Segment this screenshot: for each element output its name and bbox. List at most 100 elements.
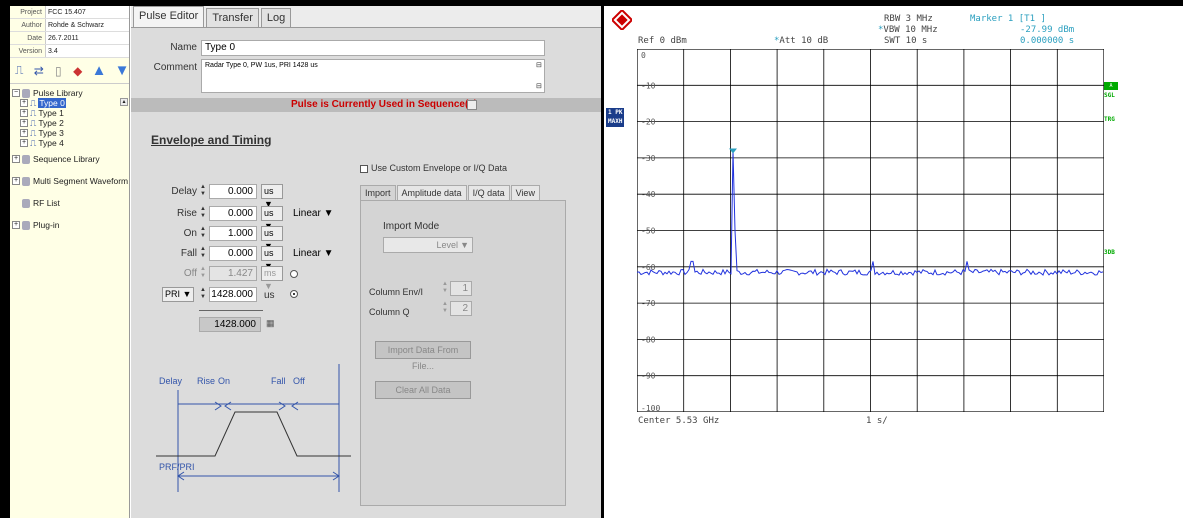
tab-log[interactable]: Log	[260, 8, 292, 27]
diagram-on-label: On	[218, 376, 230, 386]
unit-label: us	[264, 186, 274, 196]
expand-icon[interactable]: +	[12, 221, 20, 229]
tree-pulse-library[interactable]: − Pulse Library	[10, 88, 129, 98]
data-subtabs: Import Amplitude data I/Q data View	[360, 185, 540, 200]
scroll-up-icon[interactable]: ▴	[120, 98, 128, 106]
tree-multi-segment[interactable]: + Multi Segment Waveform	[10, 174, 129, 188]
pri-label: PRI	[165, 289, 181, 299]
import-mode-label: Import Mode	[383, 221, 440, 232]
column-q-label: Column Q	[369, 307, 410, 317]
expand-icon[interactable]: +	[20, 109, 28, 117]
shape-label: Linear	[293, 248, 321, 259]
move-down-icon[interactable]: ▼	[115, 62, 130, 79]
y-tick-label: -40	[641, 190, 656, 199]
tree-type-3[interactable]: + ⎍ Type 3	[10, 128, 129, 138]
tree-plug-in[interactable]: + Plug-in	[10, 218, 129, 232]
off-radio[interactable]	[290, 270, 298, 278]
version-field[interactable]: 3.4	[45, 45, 129, 57]
expand-icon[interactable]: +	[12, 177, 20, 185]
subtab-amplitude[interactable]: Amplitude data	[396, 185, 467, 200]
custom-envelope-label: Use Custom Envelope or I/Q Data	[371, 163, 508, 173]
database-icon	[22, 176, 30, 186]
y-tick-label: -90	[641, 372, 656, 381]
on-unit-select[interactable]: us ▼	[261, 226, 283, 251]
tree-type-2[interactable]: + ⎍ Type 2	[10, 118, 129, 128]
fall-spinner[interactable]: ▲ ▼	[199, 246, 207, 261]
subtab-view[interactable]: View	[510, 185, 540, 200]
move-up-icon[interactable]: ▲	[92, 62, 107, 79]
tree-sequence-library[interactable]: + Sequence Library	[10, 152, 129, 166]
rise-unit-select[interactable]: us ▼	[261, 206, 283, 231]
custom-envelope-checkbox[interactable]	[360, 165, 368, 173]
import-icon[interactable]: ⇄	[34, 64, 45, 78]
sidebar-scrollbar[interactable]: ▴	[120, 98, 128, 516]
pri-radio[interactable]	[290, 290, 298, 298]
sidebar-toolbar: ⎍ ⇄ ▯ ◆ ▲ ▼	[10, 58, 129, 84]
expand-icon[interactable]: +	[20, 119, 28, 127]
rise-input[interactable]: 0.000	[209, 206, 257, 221]
tab-transfer[interactable]: Transfer	[206, 8, 259, 27]
fall-unit-select[interactable]: us ▼	[261, 246, 283, 271]
project-field[interactable]: FCC 15.407	[45, 6, 129, 18]
tree-rf-list[interactable]: RF List	[10, 196, 129, 210]
clear-all-data-button: Clear All Data	[375, 381, 471, 399]
new-pulse-icon[interactable]: ⎍	[14, 63, 25, 78]
tree-label: Type 0	[38, 98, 66, 108]
eraser-icon[interactable]: ◆	[73, 64, 84, 78]
delay-unit-select[interactable]: us ▼	[261, 184, 283, 209]
meta-author: Author Rohde & Schwarz	[10, 19, 129, 32]
fall-shape-select[interactable]: Linear ▼	[291, 247, 337, 262]
tab-pulse-editor[interactable]: Pulse Editor	[133, 6, 205, 27]
delay-input[interactable]: 0.000	[209, 184, 257, 199]
sum-divider	[199, 310, 263, 311]
comment-scroll-down-icon[interactable]: ⊟	[536, 82, 542, 90]
delay-spinner[interactable]: ▲ ▼	[199, 184, 207, 199]
expand-icon[interactable]: +	[12, 155, 20, 163]
side-a-indicator: A	[1104, 82, 1118, 90]
tree-type-1[interactable]: + ⎍ Type 1	[10, 108, 129, 118]
pri-spinner[interactable]: ▲ ▼	[199, 287, 207, 302]
column-q-input: 2	[450, 301, 472, 316]
marker-time: 0.000000 s	[1020, 36, 1075, 46]
y-tick-label: -10	[641, 81, 656, 90]
comment-scroll-up-icon[interactable]: ⊟	[536, 61, 542, 69]
author-field[interactable]: Rohde & Schwarz	[45, 19, 129, 31]
rbw-readout: RBW 3 MHz	[884, 14, 933, 24]
database-icon	[22, 220, 30, 230]
off-input: 1.427	[209, 266, 257, 281]
name-input[interactable]: Type 0	[201, 40, 545, 56]
document-icon[interactable]: ▯	[53, 64, 64, 78]
rise-spinner[interactable]: ▲ ▼	[199, 206, 207, 221]
collapse-icon[interactable]: −	[12, 89, 20, 97]
meta-key: Author	[21, 22, 42, 29]
expand-icon[interactable]: +	[20, 99, 28, 107]
pri-unit: us	[264, 290, 275, 301]
date-field[interactable]: 26.7.2011	[45, 32, 129, 44]
tree-label: Type 2	[38, 118, 64, 128]
tree-label: Type 3	[38, 128, 64, 138]
tree-label: Pulse Library	[33, 88, 83, 98]
subtab-iq[interactable]: I/Q data	[467, 185, 510, 200]
subtab-import[interactable]: Import	[360, 185, 396, 200]
on-input[interactable]: 1.000	[209, 226, 257, 241]
tree-label: Type 4	[38, 138, 64, 148]
expand-icon[interactable]: +	[20, 129, 28, 137]
tree-type-0[interactable]: + ⎍ Type 0	[10, 98, 129, 108]
comment-input[interactable]: Radar Type 0, PW 1us, PRI 1428 us	[201, 59, 545, 93]
fall-input[interactable]: 0.000	[209, 246, 257, 261]
rise-shape-select[interactable]: Linear ▼	[291, 207, 337, 222]
pri-input[interactable]: 1428.000	[209, 287, 257, 302]
tree-type-4[interactable]: + ⎍ Type 4	[10, 138, 129, 148]
meta-key: Project	[20, 9, 42, 16]
banner-dropdown[interactable]	[467, 100, 477, 110]
pri-mode-select[interactable]: PRI ▼	[162, 287, 194, 302]
comment-label: Comment	[153, 62, 197, 73]
calculator-icon[interactable]: ▦	[266, 318, 275, 329]
y-tick-label: -60	[641, 263, 656, 272]
off-label: Off	[183, 268, 197, 279]
expand-icon[interactable]: +	[20, 139, 28, 147]
on-spinner[interactable]: ▲ ▼	[199, 226, 207, 241]
y-tick-label: -70	[641, 299, 656, 308]
column-env-input: 1	[450, 281, 472, 296]
pulse-editor-panel: Pulse Editor Transfer Log Name Type 0 Co…	[131, 6, 601, 518]
